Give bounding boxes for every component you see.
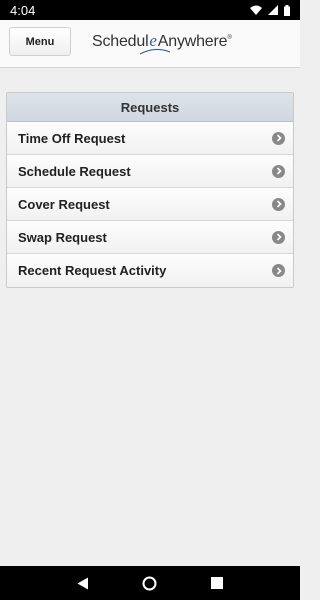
recents-icon[interactable]: [202, 568, 232, 598]
signal-icon: [268, 5, 278, 15]
request-list: Time Off Request Schedule Request Cover …: [7, 122, 293, 287]
status-bar: 4:04: [0, 0, 300, 20]
logo-registered-mark: ®: [227, 35, 232, 41]
status-icons: [250, 4, 290, 16]
battery-icon: [284, 4, 290, 16]
request-item-recent-activity[interactable]: Recent Request Activity: [7, 254, 293, 287]
request-item-schedule[interactable]: Schedule Request: [7, 155, 293, 188]
chevron-right-icon: [272, 264, 285, 277]
chevron-right-icon: [272, 230, 285, 244]
home-icon[interactable]: [135, 568, 165, 598]
back-icon[interactable]: [68, 568, 98, 598]
requests-panel-title: Requests: [7, 93, 293, 122]
request-item-label: Swap Request: [18, 229, 107, 245]
request-item-label: Schedule Request: [18, 163, 131, 179]
menu-button[interactable]: Menu: [9, 27, 71, 56]
chevron-right-icon: [272, 197, 285, 211]
logo-swoosh-icon: [140, 48, 170, 55]
app-header: Menu Schedul e Anywhere ®: [0, 20, 300, 68]
system-nav-bar: [0, 566, 300, 600]
wifi-icon: [250, 5, 262, 15]
chevron-right-icon: [272, 164, 285, 178]
request-item-label: Cover Request: [18, 196, 110, 212]
requests-panel: Requests Time Off Request Schedule Reque…: [6, 92, 294, 288]
request-item-swap[interactable]: Swap Request: [7, 221, 293, 254]
chevron-right-icon: [272, 131, 285, 145]
request-item-label: Time Off Request: [18, 130, 126, 146]
status-time: 4:04: [10, 2, 36, 18]
request-item-label: Recent Request Activity: [18, 263, 167, 278]
request-item-time-off[interactable]: Time Off Request: [7, 122, 293, 155]
request-item-cover[interactable]: Cover Request: [7, 188, 293, 221]
